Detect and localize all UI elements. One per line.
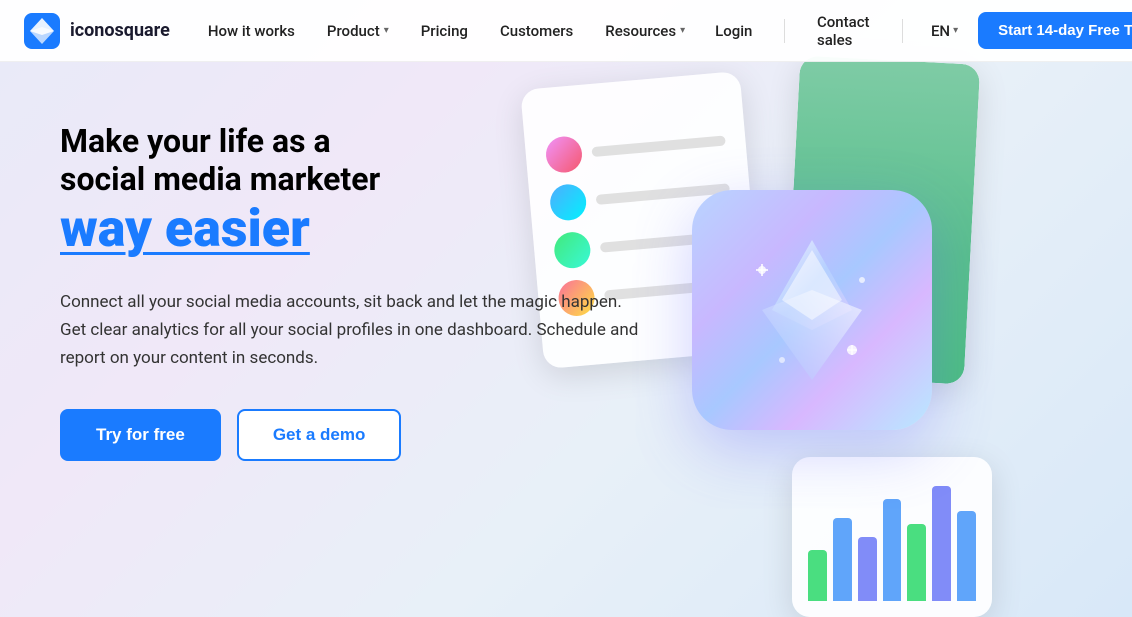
nav-language[interactable]: EN ▾ xyxy=(919,14,970,48)
nav-login[interactable]: Login xyxy=(699,14,768,48)
hero-buttons: Try for free Get a demo xyxy=(60,409,640,461)
bg-card-chart xyxy=(792,457,992,617)
nav-divider xyxy=(784,19,785,43)
app-icon-graphic xyxy=(692,190,932,430)
logo-icon xyxy=(24,13,60,49)
lang-chevron-icon: ▾ xyxy=(953,25,958,36)
hero-section: Make your life as a social media markete… xyxy=(0,62,680,501)
nav-links: How it works Product ▾ Pricing Customers… xyxy=(194,14,699,48)
navbar: iconosquare How it works Product ▾ Prici… xyxy=(0,0,1132,62)
get-demo-button[interactable]: Get a demo xyxy=(237,409,402,461)
nav-customers[interactable]: Customers xyxy=(486,14,587,48)
hero-description: Connect all your social media accounts, … xyxy=(60,288,640,372)
nav-how-it-works[interactable]: How it works xyxy=(194,14,309,48)
try-free-button[interactable]: Try for free xyxy=(60,409,221,461)
nav-contact[interactable]: Contact sales xyxy=(801,5,886,57)
hero-highlight: way easier xyxy=(60,198,310,260)
logo-link[interactable]: iconosquare xyxy=(24,13,170,49)
bg-card-photo xyxy=(784,56,981,385)
logo-text: iconosquare xyxy=(70,20,170,41)
nav-right: Login Contact sales EN ▾ Start 14-day Fr… xyxy=(699,5,1132,57)
hero-title: Make your life as a social media markete… xyxy=(60,122,640,198)
nav-cta-button[interactable]: Start 14-day Free Trial xyxy=(978,12,1132,49)
nav-pricing[interactable]: Pricing xyxy=(407,14,482,48)
nav-product[interactable]: Product ▾ xyxy=(313,14,403,48)
resources-chevron-icon: ▾ xyxy=(680,25,685,36)
nav-divider-2 xyxy=(902,19,903,43)
product-chevron-icon: ▾ xyxy=(384,25,389,36)
nav-resources[interactable]: Resources ▾ xyxy=(591,14,699,48)
